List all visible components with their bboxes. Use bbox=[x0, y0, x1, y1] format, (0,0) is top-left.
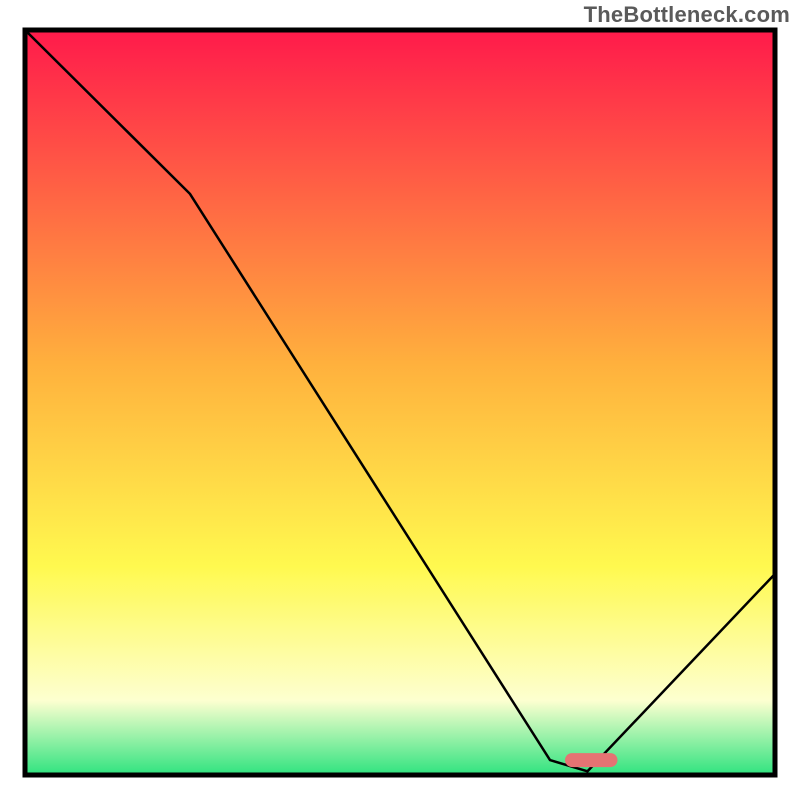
optimal-marker bbox=[565, 753, 618, 767]
bottleneck-chart bbox=[0, 0, 800, 800]
chart-container: TheBottleneck.com bbox=[0, 0, 800, 800]
watermark-text: TheBottleneck.com bbox=[584, 2, 790, 28]
